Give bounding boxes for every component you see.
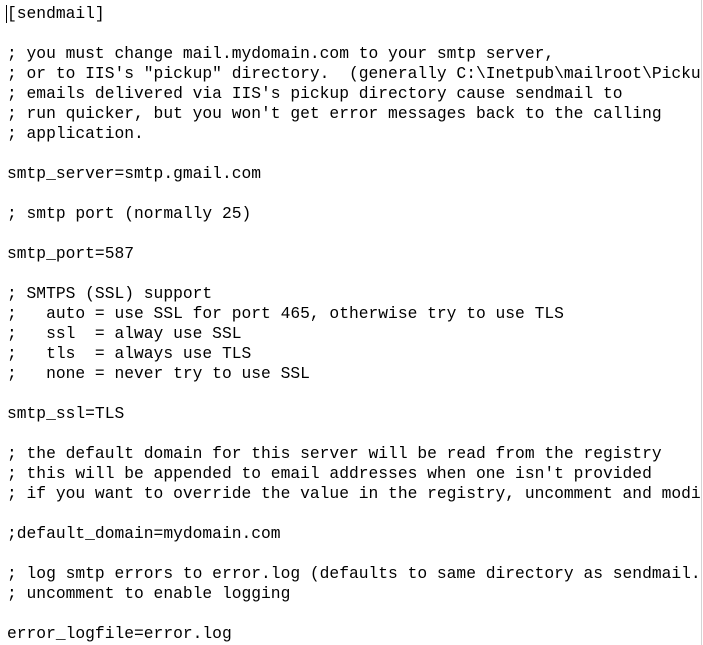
editor-line[interactable]: ; SMTPS (SSL) support <box>7 284 701 304</box>
editor-line[interactable]: smtp_port=587 <box>7 244 701 264</box>
editor-line[interactable]: ;default_domain=mydomain.com <box>7 524 701 544</box>
editor-line[interactable]: ; tls = always use TLS <box>7 344 701 364</box>
text-caret <box>6 5 7 23</box>
editor-line[interactable]: error_logfile=error.log <box>7 624 701 644</box>
text-editor[interactable]: [sendmail] ; you must change mail.mydoma… <box>0 0 702 645</box>
editor-line[interactable] <box>7 224 701 244</box>
editor-line[interactable]: ; none = never try to use SSL <box>7 364 701 384</box>
editor-line[interactable] <box>7 384 701 404</box>
editor-line[interactable]: ; if you want to override the value in t… <box>7 484 701 504</box>
editor-line[interactable]: ; the default domain for this server wil… <box>7 444 701 464</box>
editor-line[interactable]: ; or to IIS's "pickup" directory. (gener… <box>7 64 701 84</box>
editor-line[interactable]: smtp_ssl=TLS <box>7 404 701 424</box>
editor-line[interactable]: ; you must change mail.mydomain.com to y… <box>7 44 701 64</box>
editor-line[interactable]: ; emails delivered via IIS's pickup dire… <box>7 84 701 104</box>
editor-line[interactable] <box>7 604 701 624</box>
editor-line[interactable]: ; smtp port (normally 25) <box>7 204 701 224</box>
editor-line[interactable]: ; uncomment to enable logging <box>7 584 701 604</box>
editor-line[interactable] <box>7 264 701 284</box>
editor-line[interactable] <box>7 544 701 564</box>
editor-line[interactable] <box>7 144 701 164</box>
editor-line[interactable]: ; log smtp errors to error.log (defaults… <box>7 564 701 584</box>
editor-line[interactable]: [sendmail] <box>7 4 701 24</box>
editor-line[interactable] <box>7 24 701 44</box>
editor-line[interactable]: ; run quicker, but you won't get error m… <box>7 104 701 124</box>
editor-line[interactable]: ; auto = use SSL for port 465, otherwise… <box>7 304 701 324</box>
text-area[interactable]: [sendmail] ; you must change mail.mydoma… <box>7 4 701 645</box>
editor-line[interactable] <box>7 184 701 204</box>
editor-line[interactable] <box>7 424 701 444</box>
editor-line[interactable]: smtp_server=smtp.gmail.com <box>7 164 701 184</box>
editor-line[interactable]: ; application. <box>7 124 701 144</box>
editor-line[interactable] <box>7 504 701 524</box>
editor-line[interactable]: ; this will be appended to email address… <box>7 464 701 484</box>
editor-line[interactable]: ; ssl = alway use SSL <box>7 324 701 344</box>
